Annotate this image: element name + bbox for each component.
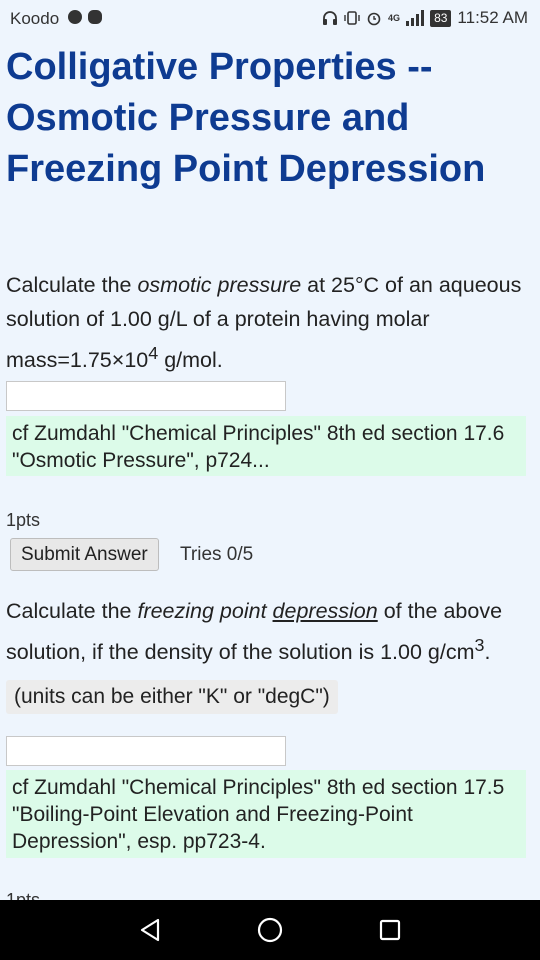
battery-icon: 83 — [430, 9, 452, 27]
answer-input-2[interactable] — [6, 736, 286, 766]
answer-input-1[interactable] — [6, 381, 286, 411]
tries-counter: Tries 0/5 — [180, 544, 254, 565]
recents-button[interactable] — [350, 900, 430, 960]
submit-answer-button[interactable]: Submit Answer — [10, 538, 159, 571]
headphones-icon — [323, 11, 338, 25]
vibrate-icon — [344, 11, 360, 25]
clock: 11:52 AM — [457, 8, 528, 27]
question-2-text: Calculate the freezing point depression … — [6, 599, 503, 665]
back-triangle-icon — [140, 918, 160, 942]
home-button[interactable] — [230, 900, 310, 960]
status-right: 4G 83 11:52 AM — [322, 8, 528, 28]
spotify-icon — [68, 10, 82, 24]
question-1-text: Calculate the osmotic pressure at 25°C o… — [6, 273, 522, 373]
points-label-1: 1pts — [6, 510, 41, 530]
status-bar: Koodo 4G 83 11:52 AM — [0, 0, 540, 36]
hint-box-1: cf Zumdahl "Chemical Principles" 8th ed … — [6, 416, 526, 476]
home-circle-icon — [257, 917, 283, 943]
network-type: 4G — [388, 13, 401, 23]
back-button[interactable] — [110, 900, 190, 960]
signal-icon — [406, 10, 425, 26]
navigation-bar — [0, 900, 540, 960]
alarm-icon — [367, 12, 381, 26]
wechat-icon — [88, 10, 102, 24]
hint-box-2: cf Zumdahl "Chemical Principles" 8th ed … — [6, 770, 526, 858]
page-content: Colligative Properties -- Osmotic Pressu… — [0, 36, 540, 900]
points-label-2: 1pts — [6, 890, 41, 900]
carrier-name: Koodo — [10, 9, 60, 28]
page-title: Colligative Properties -- Osmotic Pressu… — [6, 46, 486, 190]
recents-square-icon — [379, 919, 401, 941]
units-note: (units can be either "K" or "degC") — [6, 680, 338, 714]
